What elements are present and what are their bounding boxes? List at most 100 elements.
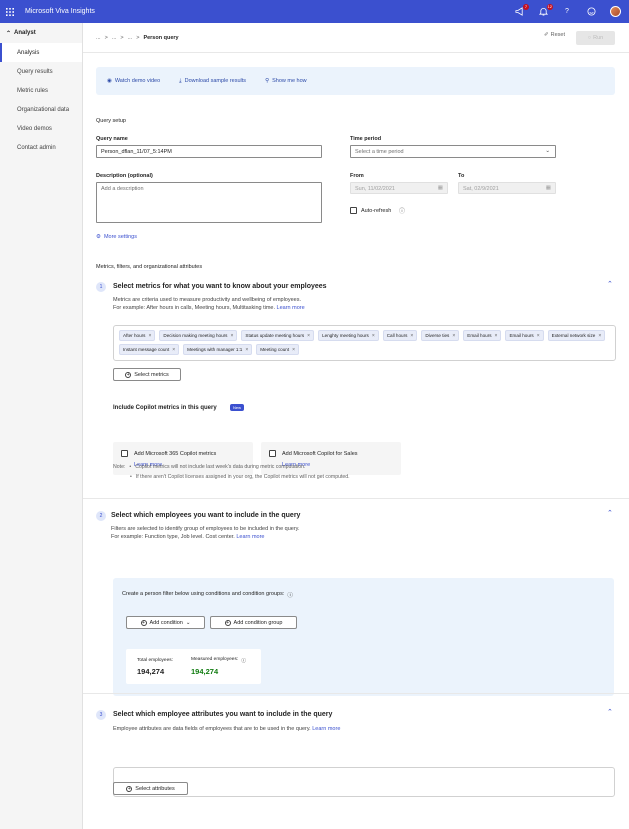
metric-chip-label: Instant message count — [123, 347, 170, 352]
watch-demo-link[interactable]: ◉ Watch demo video — [107, 78, 160, 84]
remove-chip-icon[interactable]: × — [452, 333, 455, 339]
app-title: Microsoft Viva Insights — [25, 8, 95, 15]
remove-chip-icon[interactable]: × — [307, 333, 310, 339]
measured-employees-value: 194,274 — [191, 667, 219, 676]
select-attributes-label: Select attributes — [135, 785, 175, 792]
copilot-365-checkbox[interactable] — [121, 450, 128, 457]
time-period-placeholder: Select a time period — [355, 149, 404, 155]
metric-chip[interactable]: Meetings with manager 1:1 × — [183, 344, 253, 355]
remove-chip-icon[interactable]: × — [292, 347, 295, 353]
chevron-up-icon[interactable]: ⌃ — [607, 708, 613, 716]
calendar-icon: ▦ — [437, 185, 443, 191]
description-textarea[interactable]: Add a description — [96, 182, 322, 223]
chevron-up-icon: ⌃ — [6, 30, 12, 37]
metric-chip[interactable]: After hours × — [119, 330, 156, 341]
add-condition-button[interactable]: + Add condition ⌄ — [126, 616, 205, 629]
remove-chip-icon[interactable]: × — [495, 333, 498, 339]
info-icon[interactable]: ⓘ — [241, 657, 246, 664]
remove-chip-icon[interactable]: × — [410, 333, 413, 339]
from-date-input[interactable]: Sun, 11/02/2021 ▦ — [350, 182, 448, 194]
metric-chip[interactable]: Call hours × — [382, 330, 418, 341]
chevron-down-icon: ⌄ — [545, 148, 550, 154]
command-bar: ... > ... > ... > Person query ✐ Reset ○… — [83, 23, 629, 53]
sidebar-header-label: Analyst — [14, 30, 36, 36]
metric-chip[interactable]: Email hours × — [463, 330, 502, 341]
gear-icon: ⚙ — [96, 234, 101, 240]
metric-chip[interactable]: Instant message count × — [119, 344, 180, 355]
time-period-label: Time period — [350, 136, 382, 142]
sidebar-item-organizational-data[interactable]: Organizational data — [0, 100, 82, 119]
learn-more-link[interactable]: Learn more — [236, 534, 264, 540]
sidebar-item-metric-rules[interactable]: Metric rules — [0, 81, 82, 100]
more-settings-label: More settings — [103, 234, 137, 240]
metric-chip[interactable]: Meeting count × — [256, 344, 300, 355]
section2-desc-line2: For example: Function type, Job level. C… — [111, 534, 235, 540]
select-metrics-button[interactable]: + Select metrics — [113, 368, 181, 381]
sidebar-item-video-demos[interactable]: Video demos — [0, 119, 82, 138]
sidebar-item-label: Metric rules — [17, 87, 49, 94]
query-name-input[interactable]: Person_dflan_11/07_5:14PM — [96, 145, 322, 158]
remove-chip-icon[interactable]: × — [148, 333, 151, 339]
section3-title: Select which employee attributes you wan… — [113, 711, 333, 718]
sidebar-item-label: Video demos — [17, 125, 52, 132]
bell-icon[interactable]: 12 — [538, 3, 553, 17]
breadcrumb: ... > ... > ... > Person query — [96, 35, 179, 41]
info-icon[interactable]: ⓘ — [399, 206, 405, 215]
add-icon: + — [224, 619, 231, 626]
feedback-smiley-icon[interactable] — [586, 7, 596, 17]
breadcrumb-ellipsis[interactable]: ... — [96, 35, 101, 41]
learn-more-link[interactable]: Learn more — [277, 305, 305, 311]
help-icon[interactable]: ? — [562, 7, 572, 17]
select-attributes-button[interactable]: + Select attributes — [113, 782, 188, 795]
copilot-sales-checkbox[interactable] — [269, 450, 276, 457]
metric-chip[interactable]: Decision making meeting hours × — [159, 330, 238, 341]
download-icon: ⤓ — [179, 77, 182, 84]
sidebar-header[interactable]: ⌃ Analyst — [0, 23, 82, 43]
section1-desc-line1: Metrics are criteria used to measure pro… — [113, 297, 302, 303]
chevron-up-icon[interactable]: ⌃ — [607, 280, 613, 288]
chevron-up-icon[interactable]: ⌃ — [607, 509, 613, 517]
megaphone-icon[interactable]: 7 — [514, 3, 529, 17]
to-date-value: Sat, 02/9/2021 — [463, 186, 499, 192]
metric-chip[interactable]: Lenghty meeting hours × — [318, 330, 379, 341]
auto-refresh-checkbox[interactable] — [350, 207, 357, 214]
sidebar-item-query-results[interactable]: Query results — [0, 62, 82, 81]
info-icon[interactable]: ⓘ — [287, 591, 293, 599]
show-me-how-label: Show me how — [272, 78, 307, 84]
metric-chip[interactable]: Email hours × — [505, 330, 544, 341]
time-period-dropdown[interactable]: Select a time period ⌄ — [350, 145, 556, 158]
show-me-how-link[interactable]: ⚲ Show me how — [265, 78, 307, 84]
sidebar-item-analysis[interactable]: Analysis — [0, 43, 82, 62]
metric-chip-label: Meetings with manager 1:1 — [187, 347, 243, 352]
breadcrumb-ellipsis[interactable]: ... — [128, 35, 133, 41]
more-settings-link[interactable]: ⚙ More settings — [96, 234, 137, 240]
remove-chip-icon[interactable]: × — [172, 347, 175, 353]
add-condition-group-button[interactable]: + Add condition group — [210, 616, 297, 629]
remove-chip-icon[interactable]: × — [245, 347, 248, 353]
play-icon: ◉ — [107, 78, 112, 84]
remove-chip-icon[interactable]: × — [372, 333, 375, 339]
user-avatar[interactable] — [610, 6, 621, 17]
sidebar-item-label: Contact admin — [17, 144, 56, 151]
sidebar-item-label: Query results — [17, 68, 53, 75]
section1-description: Metrics are criteria used to measure pro… — [113, 296, 305, 312]
metric-chip-label: Meeting count — [260, 347, 290, 352]
reset-button[interactable]: ✐ Reset — [544, 32, 565, 38]
section2-desc-line1: Filters are selected to identify group o… — [111, 526, 300, 532]
remove-chip-icon[interactable]: × — [230, 333, 233, 339]
reset-label: Reset — [550, 32, 565, 38]
breadcrumb-ellipsis[interactable]: ... — [112, 35, 117, 41]
sidebar-item-contact-admin[interactable]: Contact admin — [0, 138, 82, 157]
download-sample-link[interactable]: ⤓ Download sample results — [179, 78, 246, 85]
metric-chip[interactable]: Status update meeting hours × — [241, 330, 315, 341]
metric-chip[interactable]: External network size × — [547, 330, 606, 341]
remove-chip-icon[interactable]: × — [537, 333, 540, 339]
metric-chip[interactable]: Diverse ties × — [421, 330, 460, 341]
remove-chip-icon[interactable]: × — [598, 333, 601, 339]
to-date-input[interactable]: Sat, 02/9/2021 ▦ — [458, 182, 556, 194]
run-button[interactable]: ○ Run — [576, 31, 615, 45]
app-launcher-icon[interactable] — [0, 0, 20, 23]
learn-more-link[interactable]: Learn more — [312, 726, 340, 732]
metric-chip-label: Call hours — [386, 333, 408, 338]
selected-attributes-box — [113, 767, 615, 797]
